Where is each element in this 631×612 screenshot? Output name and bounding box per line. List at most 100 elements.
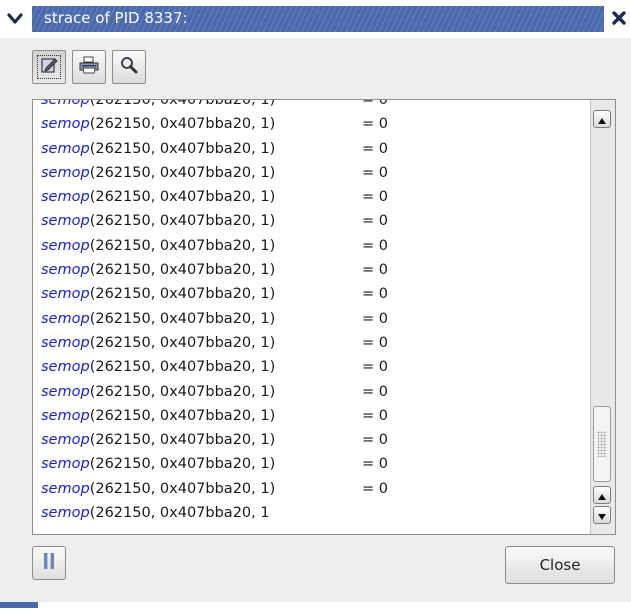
trace-line-list: semop(262150, 0x407bba20, 1) = 0 semop(262… (41, 112, 589, 525)
vertical-scrollbar[interactable] (590, 100, 615, 534)
trace-args: (262150, 0x407bba20, 1) (89, 359, 276, 376)
trace-args: (262150, 0x407bba20, 1) (89, 432, 276, 449)
scrollbar-thumb[interactable] (593, 406, 611, 482)
trace-line: semop(262150, 0x407bba20, 1) = 0 (41, 307, 589, 331)
trace-line: semop(262150, 0x407bba20, 1) = 0 (41, 477, 589, 501)
trace-function: semop (41, 189, 90, 206)
trace-line: semop(262150, 0x407bba20, 1 (41, 501, 589, 525)
trace-lines: semop(262150, 0x407bba20, 1) = 0 semop(2… (41, 99, 589, 525)
trace-result: = 0 (362, 359, 388, 376)
trace-args: (262150, 0x407bba20, 1) (89, 286, 276, 303)
trace-function: semop (41, 432, 90, 449)
trace-output-pane[interactable]: semop(262150, 0x407bba20, 1) = 0 semop(2… (32, 99, 616, 535)
trace-function: semop (41, 164, 90, 181)
title-bar-fill: strace of PID 8337: (32, 6, 604, 32)
trace-args: (262150, 0x407bba20, 1) (89, 310, 276, 327)
trace-args: (262150, 0x407bba20, 1 (89, 505, 270, 522)
trace-function: semop (41, 99, 90, 108)
trace-function: semop (41, 480, 90, 497)
scrollbar-grip (597, 431, 607, 457)
close-button[interactable]: Close (505, 546, 615, 584)
pause-button[interactable] (32, 546, 66, 580)
trace-result: = 0 (362, 407, 388, 424)
arrow-up-icon (597, 110, 607, 129)
trace-line: semop(262150, 0x407bba20, 1) = 0 (41, 137, 589, 161)
trace-result: = 0 (362, 237, 388, 254)
trace-result: = 0 (362, 286, 388, 303)
trace-result: = 0 (362, 334, 388, 351)
trace-args: (262150, 0x407bba20, 1) (89, 480, 276, 497)
trace-line: semop(262150, 0x407bba20, 1) = 0 (41, 404, 589, 428)
trace-line: semop(262150, 0x407bba20, 1) = 0 (41, 452, 589, 476)
trace-result: = 0 (362, 383, 388, 400)
trace-line: semop(262150, 0x407bba20, 1) = 0 (41, 258, 589, 282)
edit-icon (40, 56, 58, 78)
trace-args: (262150, 0x407bba20, 1) (89, 383, 276, 400)
edit-button[interactable] (32, 50, 66, 84)
chevron-down-icon (7, 10, 23, 29)
trace-line: semop(262150, 0x407bba20, 1) = 0 (41, 355, 589, 379)
trace-line: semop(262150, 0x407bba20, 1) = 0 (41, 331, 589, 355)
trace-args: (262150, 0x407bba20, 1) (89, 99, 276, 108)
trace-function: semop (41, 407, 90, 424)
trace-function: semop (41, 213, 90, 230)
trace-result: = 0 (362, 456, 388, 473)
trace-result: = 0 (362, 480, 388, 497)
trace-result: = 0 (362, 432, 388, 449)
window-title: strace of PID 8337: (44, 9, 188, 27)
trace-function: semop (41, 237, 90, 254)
trace-line: semop(262150, 0x407bba20, 1) = 0 (41, 161, 589, 185)
trace-line: semop(262150, 0x407bba20, 1) = 0 (41, 234, 589, 258)
trace-function: semop (41, 456, 90, 473)
title-bar[interactable]: strace of PID 8337: (0, 0, 631, 38)
trace-args: (262150, 0x407bba20, 1) (89, 116, 276, 133)
trace-result: = 0 (362, 189, 388, 206)
trace-line: semop(262150, 0x407bba20, 1) = 0 (41, 209, 589, 233)
trace-args: (262150, 0x407bba20, 1) (89, 213, 276, 230)
arrow-up-icon (597, 486, 607, 505)
trace-line: semop(262150, 0x407bba20, 1) = 0 (41, 380, 589, 404)
trace-function: semop (41, 359, 90, 376)
trace-line: semop(262150, 0x407bba20, 1) = 0 (41, 428, 589, 452)
trace-line: semop(262150, 0x407bba20, 1) = 0 (41, 185, 589, 209)
close-icon (611, 10, 626, 29)
trace-result: = 0 (362, 164, 388, 181)
trace-function: semop (41, 262, 90, 279)
trace-args: (262150, 0x407bba20, 1) (89, 189, 276, 206)
trace-args: (262150, 0x407bba20, 1) (89, 237, 276, 254)
trace-result: = 0 (362, 310, 388, 327)
trace-function: semop (41, 505, 90, 522)
strace-window: strace of PID 8337: semop(262150, 0x407b… (0, 0, 631, 612)
trace-args: (262150, 0x407bba20, 1) (89, 456, 276, 473)
trace-result: = 0 (362, 116, 388, 133)
trace-args: (262150, 0x407bba20, 1) (89, 334, 276, 351)
trace-args: (262150, 0x407bba20, 1) (89, 262, 276, 279)
scroll-up-button-lower[interactable] (593, 486, 611, 504)
trace-result: = 0 (362, 262, 388, 279)
pause-icon (42, 552, 56, 574)
trace-args: (262150, 0x407bba20, 1) (89, 407, 276, 424)
trace-line-partial: semop(262150, 0x407bba20, 1) = 0 (41, 99, 589, 112)
scroll-up-button[interactable] (593, 110, 611, 128)
trace-args: (262150, 0x407bba20, 1) (89, 164, 276, 181)
trace-result: = 0 (362, 213, 388, 230)
trace-function: semop (41, 334, 90, 351)
search-button[interactable] (112, 50, 146, 84)
trace-result: = 0 (362, 99, 388, 108)
print-icon (78, 55, 100, 79)
trace-line: semop(262150, 0x407bba20, 1) = 0 (41, 282, 589, 306)
taskbar-strip (0, 602, 631, 612)
print-button[interactable] (72, 50, 106, 84)
trace-function: semop (41, 116, 90, 133)
trace-function: semop (41, 383, 90, 400)
window-close-button[interactable] (606, 6, 631, 32)
toolbar (32, 50, 146, 90)
trace-line: semop(262150, 0x407bba20, 1) = 0 (41, 112, 589, 136)
arrow-down-icon (597, 506, 607, 525)
scroll-down-button[interactable] (593, 506, 611, 524)
trace-function: semop (41, 310, 90, 327)
window-menu-button[interactable] (0, 6, 30, 32)
trace-function: semop (41, 140, 90, 157)
trace-args: (262150, 0x407bba20, 1) (89, 140, 276, 157)
trace-function: semop (41, 286, 90, 303)
